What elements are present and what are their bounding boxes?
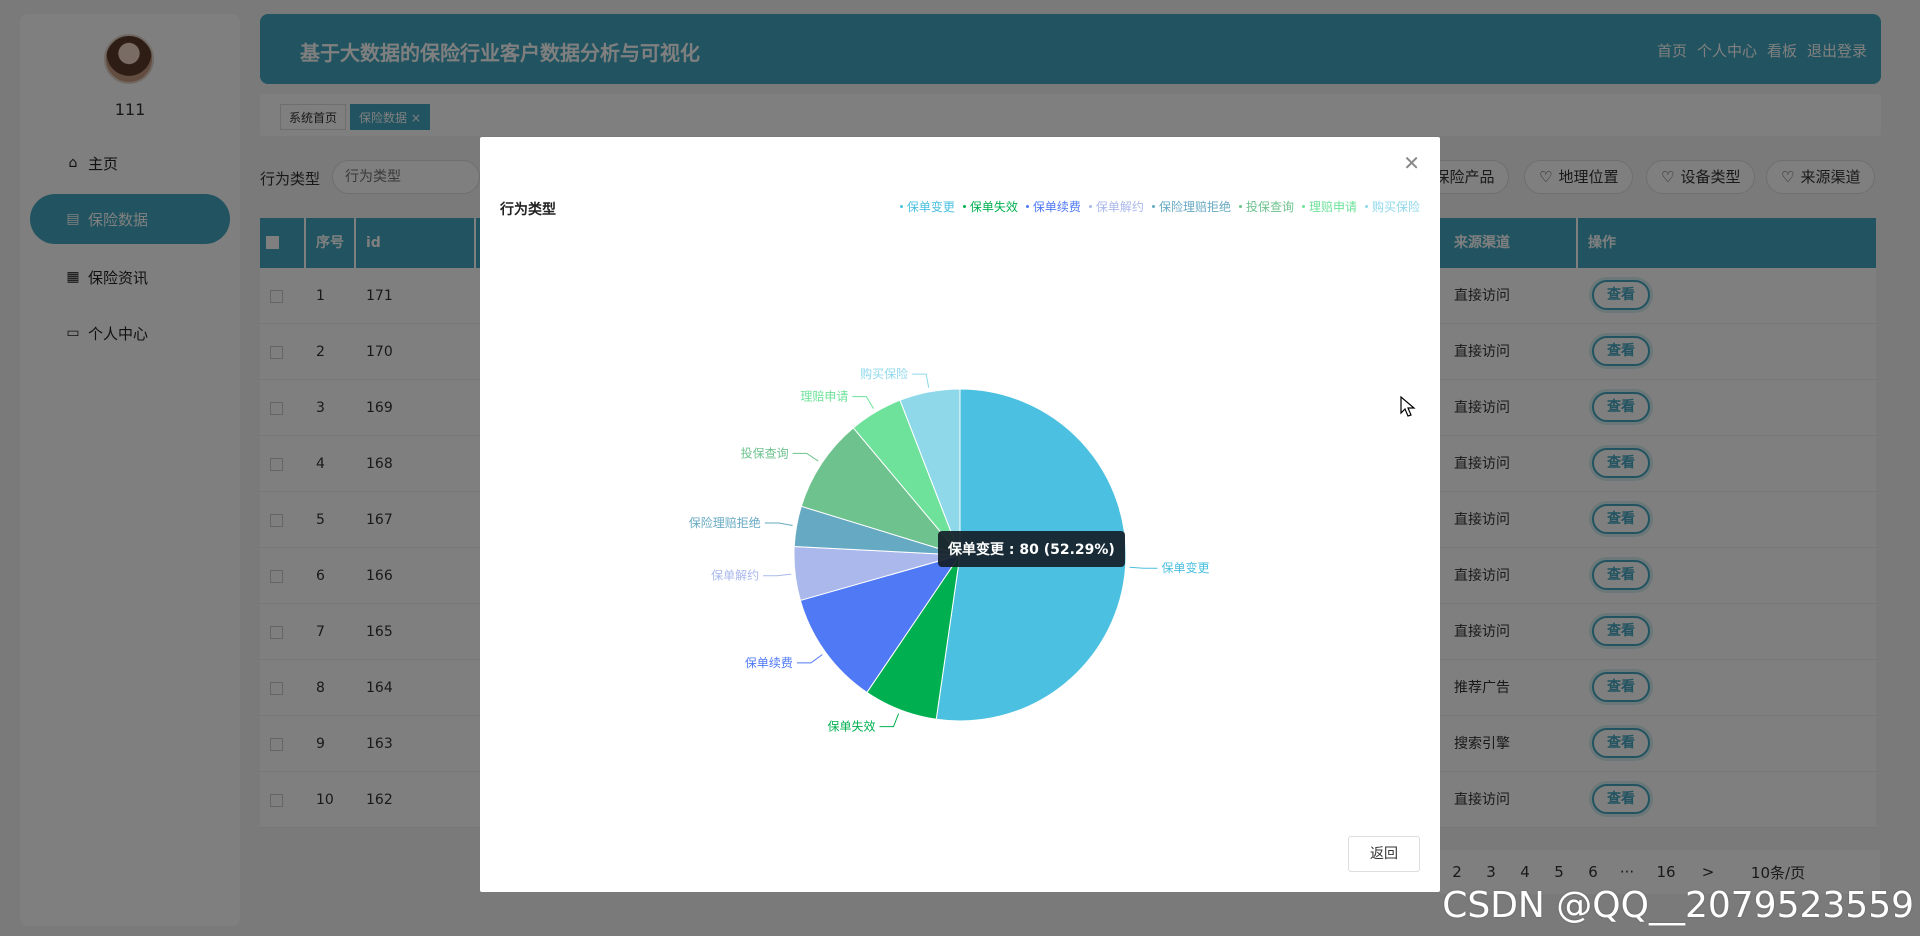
pie-label-line bbox=[879, 713, 900, 728]
pie-label: 保单变更 bbox=[1162, 560, 1210, 575]
pie-label: 购买保险 bbox=[860, 366, 908, 381]
pie-label: 理赔申请 bbox=[800, 389, 848, 404]
pie-label: 保单续费 bbox=[745, 656, 793, 670]
pie-chart: 保单变更保单失效 保单续费 保单解约 保险理赔拒绝 投保查询 理赔申请购买保险 bbox=[689, 366, 1210, 734]
chart-modal: ✕ 行为类型 保单变更 保单失效 保单续费 保单解约 保险理赔拒绝 投保查询 理赔申请 购买保… bbox=[480, 137, 1440, 892]
pie-label: 保险理赔拒绝 bbox=[689, 515, 761, 530]
pie-label-line bbox=[912, 373, 930, 388]
pie-label: 投保查询 bbox=[741, 445, 789, 460]
pie-label-line bbox=[852, 396, 874, 409]
pie-label-line bbox=[792, 452, 819, 462]
mouse-cursor-icon bbox=[1400, 396, 1416, 417]
pie-label: 保单失效 bbox=[828, 719, 876, 734]
pie-label: 保单解约 bbox=[711, 568, 759, 583]
pie-label-line bbox=[796, 654, 823, 664]
return-button[interactable]: 返回 bbox=[1348, 836, 1420, 872]
watermark: CSDN @QQ__2079523559 bbox=[1442, 885, 1914, 926]
chart-tooltip: 保单变更 : 80 (52.29%) bbox=[938, 531, 1125, 567]
pie-label-line bbox=[1129, 566, 1158, 569]
pie-label-line bbox=[763, 573, 792, 577]
pie-label-line bbox=[764, 522, 793, 526]
